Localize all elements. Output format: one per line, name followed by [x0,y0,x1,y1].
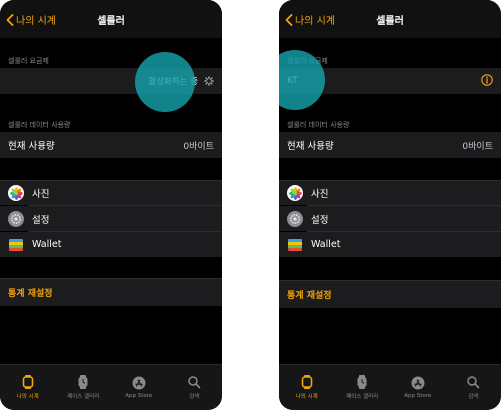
phone-screen-right: 나의 시계 셀룰러 셀룰러 요금제 KT 셀룰러 데이터 사용량 현재 사용량 … [279,0,501,410]
photos-icon [8,185,24,201]
app-row-photos[interactable]: 사진 [279,180,501,205]
app-name: 사진 [311,189,329,200]
app-row-settings[interactable]: 설정 [279,206,501,231]
photos-icon [287,185,303,201]
tab-label: App Store [125,393,153,399]
phone-screen-left: 나의 시계 셀룰러 셀룰러 요금제 활성화하는 중 셀룰러 데이터 사용량 현재… [0,0,222,410]
reset-stats-button[interactable]: 통계 재설정 [287,288,332,301]
face-gallery-icon [357,375,367,389]
tab-label: App Store [404,393,432,399]
section-label-plan: 셀룰러 요금제 [287,57,328,65]
tab-app-store[interactable]: App Store [390,365,446,410]
carrier-plan-row[interactable]: KT [279,68,501,94]
app-store-icon [132,376,146,390]
back-button[interactable]: 나의 시계 [285,12,335,27]
spinner-icon [204,76,214,86]
app-row-settings[interactable]: 설정 [0,206,222,231]
current-usage-row: 현재 사용량 0바이트 [279,132,501,158]
tab-search[interactable]: 검색 [167,365,223,410]
section-label-usage: 셀룰러 데이터 사용량 [8,121,71,129]
face-gallery-icon [78,375,88,389]
reset-stats-row[interactable]: 통계 재설정 [0,278,222,306]
wallet-icon [8,236,24,253]
chevron-left-icon [285,13,293,26]
app-row-wallet[interactable]: Wallet [0,232,222,257]
back-button[interactable]: 나의 시계 [6,12,56,27]
tab-bar: 나의 시계 페이스 갤러리 App Store 검색 [0,364,222,410]
search-icon [188,376,201,389]
reset-stats-row[interactable]: 통계 재설정 [279,280,501,308]
section-label-usage: 셀룰러 데이터 사용량 [287,121,350,129]
tab-bar: 나의 시계 페이스 갤러리 App Store 검색 [279,364,501,410]
tab-label: 페이스 갤러리 [67,394,100,400]
watch-icon [301,375,313,389]
tab-label: 나의 시계 [16,394,39,400]
app-row-wallet[interactable]: Wallet [279,232,501,257]
current-usage-row: 현재 사용량 0바이트 [0,132,222,158]
settings-icon [8,210,24,227]
tab-search[interactable]: 검색 [446,365,502,410]
plan-row[interactable]: 활성화하는 중 [0,68,222,94]
wallet-icon [287,236,303,253]
carrier-name: KT [287,76,298,86]
tab-label: 페이스 갤러리 [346,394,379,400]
chevron-left-icon [6,13,14,26]
info-button[interactable] [481,73,493,89]
watch-icon [22,375,34,389]
screenshot-stage: 나의 시계 셀룰러 셀룰러 요금제 활성화하는 중 셀룰러 데이터 사용량 현재… [0,0,502,412]
current-usage-label: 현재 사용량 [287,141,334,152]
tab-label: 검색 [468,394,479,400]
search-icon [467,376,480,389]
app-name: Wallet [311,239,341,250]
current-usage-label: 현재 사용량 [8,141,55,152]
current-usage-value: 0바이트 [462,141,493,152]
app-name: 설정 [32,214,50,226]
navigation-bar: 나의 시계 셀룰러 [279,0,501,38]
app-name: Wallet [32,239,62,250]
tab-label: 나의 시계 [295,394,318,400]
current-usage-value: 0바이트 [183,141,214,152]
reset-stats-button[interactable]: 통계 재설정 [8,286,53,299]
app-name: 설정 [311,214,329,226]
app-store-icon [411,376,425,390]
tab-my-watch[interactable]: 나의 시계 [0,365,56,410]
app-row-photos[interactable]: 사진 [0,180,222,205]
info-icon [481,73,493,86]
tab-app-store[interactable]: App Store [111,365,167,410]
back-button-label: 나의 시계 [16,16,56,27]
tab-face-gallery[interactable]: 페이스 갤러리 [56,365,112,410]
tab-label: 검색 [189,394,200,400]
app-name: 사진 [32,189,50,200]
plan-status: 활성화하는 중 [148,77,198,87]
section-label-plan: 셀룰러 요금제 [8,57,49,65]
settings-icon [287,210,303,227]
back-button-label: 나의 시계 [295,16,335,27]
tab-face-gallery[interactable]: 페이스 갤러리 [335,365,391,410]
tab-my-watch[interactable]: 나의 시계 [279,365,335,410]
navigation-bar: 나의 시계 셀룰러 [0,0,222,38]
